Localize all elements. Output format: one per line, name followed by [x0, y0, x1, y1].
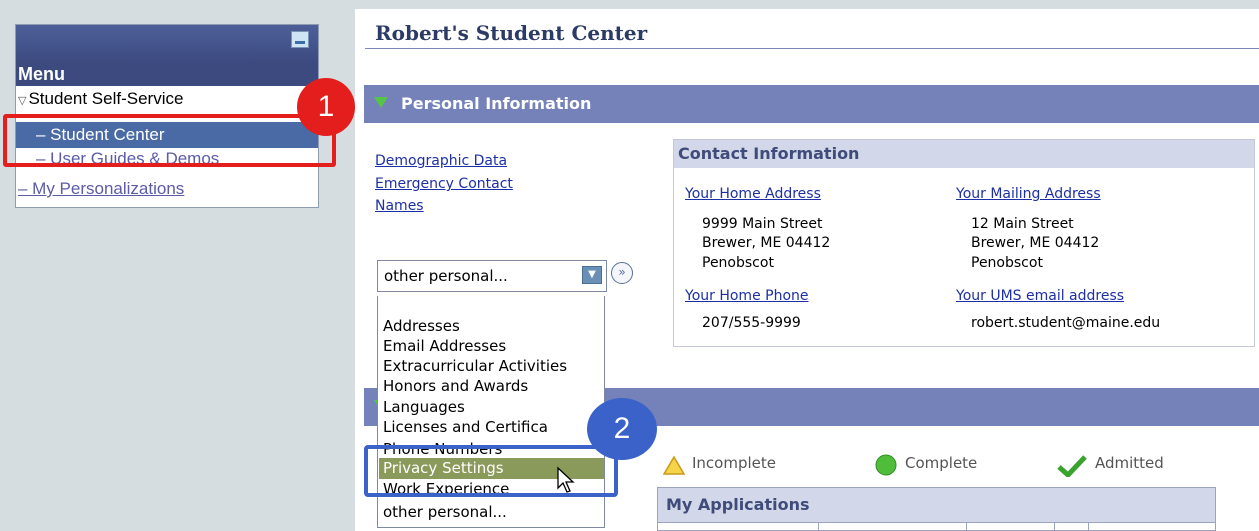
- home-address-line: 9999 Main Street: [702, 216, 823, 232]
- green-circle-icon: [875, 454, 897, 476]
- frame-top: [0, 0, 1259, 9]
- expand-triangle-icon: [374, 97, 388, 108]
- contact-information-box: Contact Information Your Home Address 99…: [673, 139, 1255, 347]
- option-languages[interactable]: Languages: [383, 397, 465, 417]
- mailing-address-line: 12 Main Street: [971, 216, 1074, 232]
- names-link[interactable]: Names: [375, 198, 424, 214]
- collapse-triangle-icon: ▽: [18, 95, 27, 107]
- title-divider: [365, 48, 1259, 49]
- checkmark-icon: [1057, 455, 1087, 477]
- frame-left: [0, 0, 9, 531]
- my-applications-header: My Applications: [658, 488, 1215, 523]
- go-arrow-icon[interactable]: »: [611, 262, 633, 284]
- column-divider: [1054, 523, 1055, 531]
- demographic-data-link[interactable]: Demographic Data: [375, 153, 507, 169]
- other-personal-select[interactable]: other personal... ▼: [377, 260, 607, 292]
- home-address-line: Brewer, ME 04412: [702, 235, 831, 251]
- select-value: other personal...: [384, 267, 508, 285]
- section-title: Personal Information: [401, 94, 592, 113]
- option-honors-and-awards[interactable]: Honors and Awards: [383, 376, 528, 396]
- callout-highlight-red: [3, 114, 336, 167]
- minimize-icon[interactable]: [291, 31, 309, 48]
- callout-badge-2: 2: [587, 398, 657, 460]
- menu-item-label: – My Personalizations: [18, 179, 185, 198]
- home-phone-link[interactable]: Your Home Phone: [685, 288, 809, 304]
- page-title: Robert's Student Center: [375, 21, 648, 45]
- mailing-address-line: Brewer, ME 04412: [971, 235, 1100, 251]
- option-extracurricular-activities[interactable]: Extracurricular Activities: [383, 356, 567, 376]
- home-phone-value: 207/555-9999: [702, 315, 801, 331]
- column-divider: [818, 523, 819, 531]
- option-licenses[interactable]: Licenses and Certifica: [383, 417, 548, 437]
- menu-item-my-personalizations[interactable]: – My Personalizations: [16, 178, 318, 202]
- menu-item-student-self-service[interactable]: ▽ Student Self-Service: [16, 87, 318, 110]
- legend-admitted: Admitted: [1095, 454, 1164, 472]
- legend-complete: Complete: [905, 454, 978, 472]
- dropdown-arrow-icon[interactable]: ▼: [582, 266, 602, 284]
- option-email-addresses[interactable]: Email Addresses: [383, 336, 506, 356]
- column-divider: [1088, 523, 1089, 531]
- my-applications-box: My Applications: [657, 487, 1216, 531]
- mailing-address-line: Penobscot: [971, 255, 1043, 271]
- legend-incomplete: Incomplete: [692, 454, 776, 472]
- email-address-value: robert.student@maine.edu: [971, 315, 1161, 331]
- callout-highlight-blue: [364, 445, 618, 497]
- callout-badge-1: 1: [297, 78, 355, 136]
- menu-item-label: Student Self-Service: [28, 89, 184, 108]
- emergency-contact-link[interactable]: Emergency Contact: [375, 176, 513, 192]
- contact-information-header: Contact Information: [674, 140, 1254, 168]
- home-address-link[interactable]: Your Home Address: [685, 186, 821, 202]
- personal-information-header[interactable]: Personal Information: [364, 85, 1259, 123]
- option-addresses[interactable]: Addresses: [383, 316, 460, 336]
- menu-header: [16, 25, 318, 63]
- menu-title: Menu: [16, 63, 318, 86]
- warning-triangle-icon: [663, 455, 685, 475]
- option-other-personal[interactable]: other personal...: [383, 502, 507, 522]
- mailing-address-link[interactable]: Your Mailing Address: [956, 186, 1101, 202]
- column-divider: [966, 523, 967, 531]
- email-address-link[interactable]: Your UMS email address: [956, 288, 1124, 304]
- home-address-line: Penobscot: [702, 255, 774, 271]
